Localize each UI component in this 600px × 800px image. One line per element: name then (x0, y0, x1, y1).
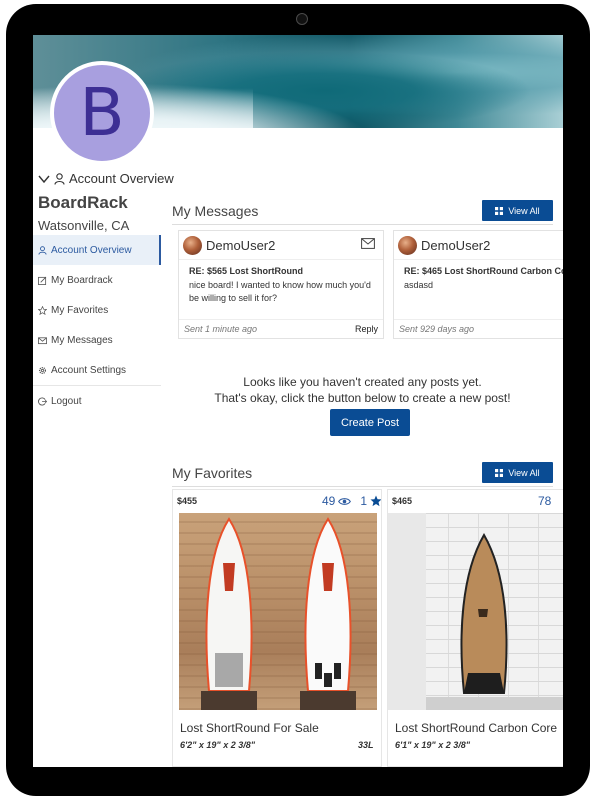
messages-view-all-button[interactable]: View All (482, 200, 553, 221)
sidebar-item-logout[interactable]: Logout (33, 386, 161, 416)
message-subject: RE: $565 Lost ShortRound (189, 266, 304, 276)
message-header: DemoUser2 (394, 231, 563, 260)
message-footer: Sent 929 days ago (394, 319, 563, 338)
sidebar-item-account-settings[interactable]: Account Settings (33, 355, 161, 385)
listing-stats: 78 (538, 494, 551, 508)
account-overview-label: Account Overview (69, 171, 174, 186)
star-icon (38, 305, 47, 315)
no-posts-message: Looks like you haven't created any posts… (243, 375, 482, 389)
view-count: 78 (538, 494, 552, 508)
profile-location: Watsonville, CA (38, 218, 130, 233)
sidebar-item-my-favorites[interactable]: My Favorites (33, 295, 161, 325)
messages-section-title: My Messages (172, 203, 259, 219)
favorites-divider (172, 486, 553, 487)
gear-icon (38, 366, 47, 374)
message-card[interactable]: DemoUser2 RE: $565 Lost ShortRound nice … (178, 230, 384, 339)
grid-icon (495, 468, 504, 477)
sidebar-nav: Account Overview My Boardrack My Favorit… (33, 235, 161, 416)
sidebar-item-my-boardrack[interactable]: My Boardrack (33, 265, 161, 295)
mail-icon[interactable] (361, 238, 375, 249)
listing-title: Lost ShortRound Carbon Core (395, 721, 558, 735)
camera-dot (296, 13, 308, 25)
message-user: DemoUser2 (206, 237, 276, 253)
eye-icon (338, 497, 352, 505)
favorites-view-all-button[interactable]: View All (482, 462, 553, 483)
view-all-label: View All (508, 205, 540, 216)
favorite-count: 1 (360, 494, 368, 508)
sidebar-item-label: Logout (51, 395, 82, 407)
sidebar-item-label: Account Settings (51, 364, 127, 376)
listing-volume: 33L (358, 740, 374, 750)
profile-name: BoardRack (38, 193, 128, 212)
sidebar-item-label: My Boardrack (51, 274, 113, 286)
listing-dimensions: 6'2" x 19" x 2 3/8" (180, 740, 255, 750)
surfboard-deck-photo[interactable] (179, 513, 279, 710)
user-icon (38, 245, 47, 255)
view-all-label: View All (508, 467, 540, 478)
reply-link[interactable]: Reply (355, 324, 378, 334)
view-count: 49 (322, 494, 336, 508)
message-avatar (398, 235, 417, 255)
listing-price: $465 (392, 496, 413, 506)
message-body: nice board! I wanted to know how much yo… (189, 280, 371, 303)
grid-icon (495, 206, 504, 215)
sidebar-item-my-messages[interactable]: My Messages (33, 325, 161, 355)
message-body: asdasd (404, 280, 434, 290)
listing-price: $455 (177, 496, 198, 506)
avatar: B (50, 61, 154, 165)
star-icon[interactable] (370, 495, 382, 507)
sidebar-item-label: Account Overview (51, 244, 132, 256)
listing-dimensions: 6'1" x 19" x 2 3/8" (395, 740, 470, 750)
listing-stats: 49 1 (322, 494, 382, 508)
sidebar-item-label: My Messages (51, 334, 113, 346)
message-avatar (183, 235, 202, 255)
user-icon (54, 172, 65, 185)
mail-icon (38, 336, 47, 344)
create-post-button[interactable]: Create Post (330, 409, 410, 436)
favorites-section-title: My Favorites (172, 465, 253, 481)
message-timestamp: Sent 1 minute ago (184, 324, 258, 334)
app-screen: B Account Overview BoardRack Watsonville… (33, 35, 563, 767)
surfboard-carbon-photo[interactable] (388, 513, 563, 710)
message-header: DemoUser2 (179, 231, 383, 260)
chevron-down-icon (38, 175, 50, 183)
listing-title: Lost ShortRound For Sale (180, 721, 319, 735)
surfboard-bottom-photo[interactable] (279, 513, 377, 710)
message-card[interactable]: DemoUser2 RE: $465 Lost ShortRound Carbo… (393, 230, 563, 339)
message-footer: Sent 1 minute ago Reply (179, 319, 383, 338)
edit-icon (38, 276, 47, 285)
message-user: DemoUser2 (421, 237, 491, 253)
logout-icon (38, 397, 47, 405)
sidebar-item-account-overview[interactable]: Account Overview (33, 235, 161, 265)
favorite-card[interactable]: $465 78 Lost ShortRound Carbon Core 6'1"… (387, 489, 563, 767)
favorite-card[interactable]: $455 49 1 Lost ShortRound For Sale 6'2" … (172, 489, 382, 767)
sidebar-item-label: My Favorites (51, 304, 109, 316)
messages-divider (172, 224, 553, 225)
message-timestamp: Sent 929 days ago (399, 324, 475, 334)
account-overview-toggle[interactable]: Account Overview (38, 171, 174, 186)
no-posts-hint: That's okay, click the button below to c… (214, 391, 511, 405)
message-subject: RE: $465 Lost ShortRound Carbon Core (404, 266, 563, 276)
